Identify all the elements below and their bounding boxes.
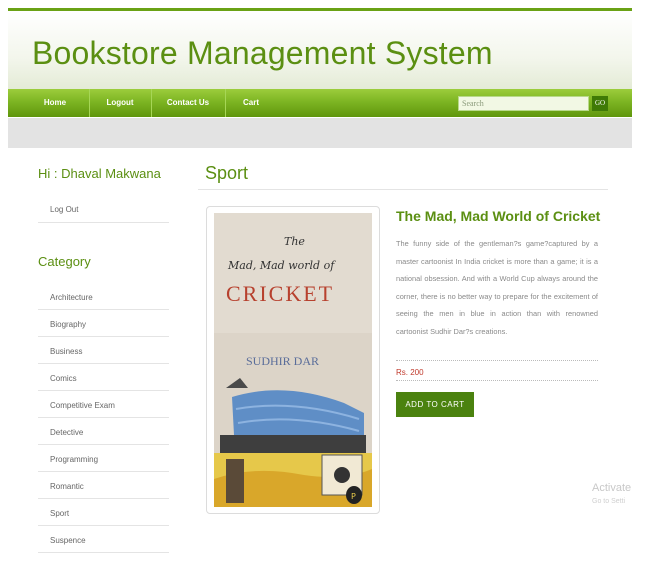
search-input[interactable]: Search (458, 96, 589, 111)
cover-title-line2: Mad, Mad world of (227, 259, 336, 272)
category-item-programming[interactable]: Programming (50, 455, 98, 464)
category-item-biography[interactable]: Biography (50, 320, 86, 329)
book-cover-image[interactable]: The Mad, Mad world of CRICKET SUDHIR DAR… (214, 213, 372, 507)
cover-title-big: CRICKET (226, 281, 334, 306)
site-title: Bookstore Management System (32, 35, 493, 71)
category-item-detective[interactable]: Detective (50, 428, 83, 437)
svg-text:P: P (351, 492, 356, 501)
user-greeting: Hi : Dhaval Makwana (38, 166, 161, 181)
category-divider (38, 444, 169, 445)
category-item-romantic[interactable]: Romantic (50, 482, 84, 491)
category-divider (38, 552, 169, 553)
cover-author: SUDHIR DAR (246, 354, 319, 368)
price-divider-top (396, 360, 598, 361)
book-cover-illustration: The Mad, Mad world of CRICKET SUDHIR DAR… (214, 213, 372, 507)
category-divider (38, 363, 169, 364)
category-item-business[interactable]: Business (50, 347, 82, 356)
search-go-button[interactable]: GO (592, 96, 608, 111)
site-header: Bookstore Management System (8, 11, 632, 89)
book-price: Rs. 200 (396, 368, 424, 377)
category-divider (38, 471, 169, 472)
category-heading: Category (38, 254, 91, 269)
category-divider (38, 417, 169, 418)
category-divider (38, 525, 169, 526)
nav-logout-link[interactable]: Logout (90, 89, 150, 117)
windows-activation-hint: Go to Setti (592, 498, 626, 505)
category-item-suspence[interactable]: Suspence (50, 536, 86, 545)
nav-home-link[interactable]: Home (22, 89, 88, 117)
book-title: The Mad, Mad World of Cricket (396, 208, 601, 224)
category-divider (38, 336, 169, 337)
book-description: The funny side of the gentleman?s game?c… (396, 239, 598, 336)
section-divider (198, 189, 608, 190)
sub-header-bar (8, 118, 632, 148)
section-title: Sport (205, 163, 249, 183)
nav-cart-link[interactable]: Cart (226, 89, 276, 117)
category-item-competitive-exam[interactable]: Competitive Exam (50, 401, 115, 410)
windows-activation-watermark: Activate (592, 482, 632, 494)
book-cover-frame[interactable]: The Mad, Mad world of CRICKET SUDHIR DAR… (206, 206, 380, 514)
sidebar-logout-link[interactable]: Log Out (50, 205, 78, 214)
nav-contact-link[interactable]: Contact Us (152, 89, 224, 117)
add-to-cart-button[interactable]: ADD TO CART (396, 392, 474, 417)
cover-title-line1: The (284, 235, 305, 248)
category-item-sport[interactable]: Sport (50, 509, 69, 518)
category-divider (38, 390, 169, 391)
category-divider (38, 309, 169, 310)
nav-bar: Home Logout Contact Us Cart Search GO (8, 89, 632, 117)
price-divider-bottom (396, 380, 598, 381)
sidebar-divider (38, 222, 169, 223)
category-divider (38, 498, 169, 499)
category-item-architecture[interactable]: Architecture (50, 293, 93, 302)
category-item-comics[interactable]: Comics (50, 374, 77, 383)
